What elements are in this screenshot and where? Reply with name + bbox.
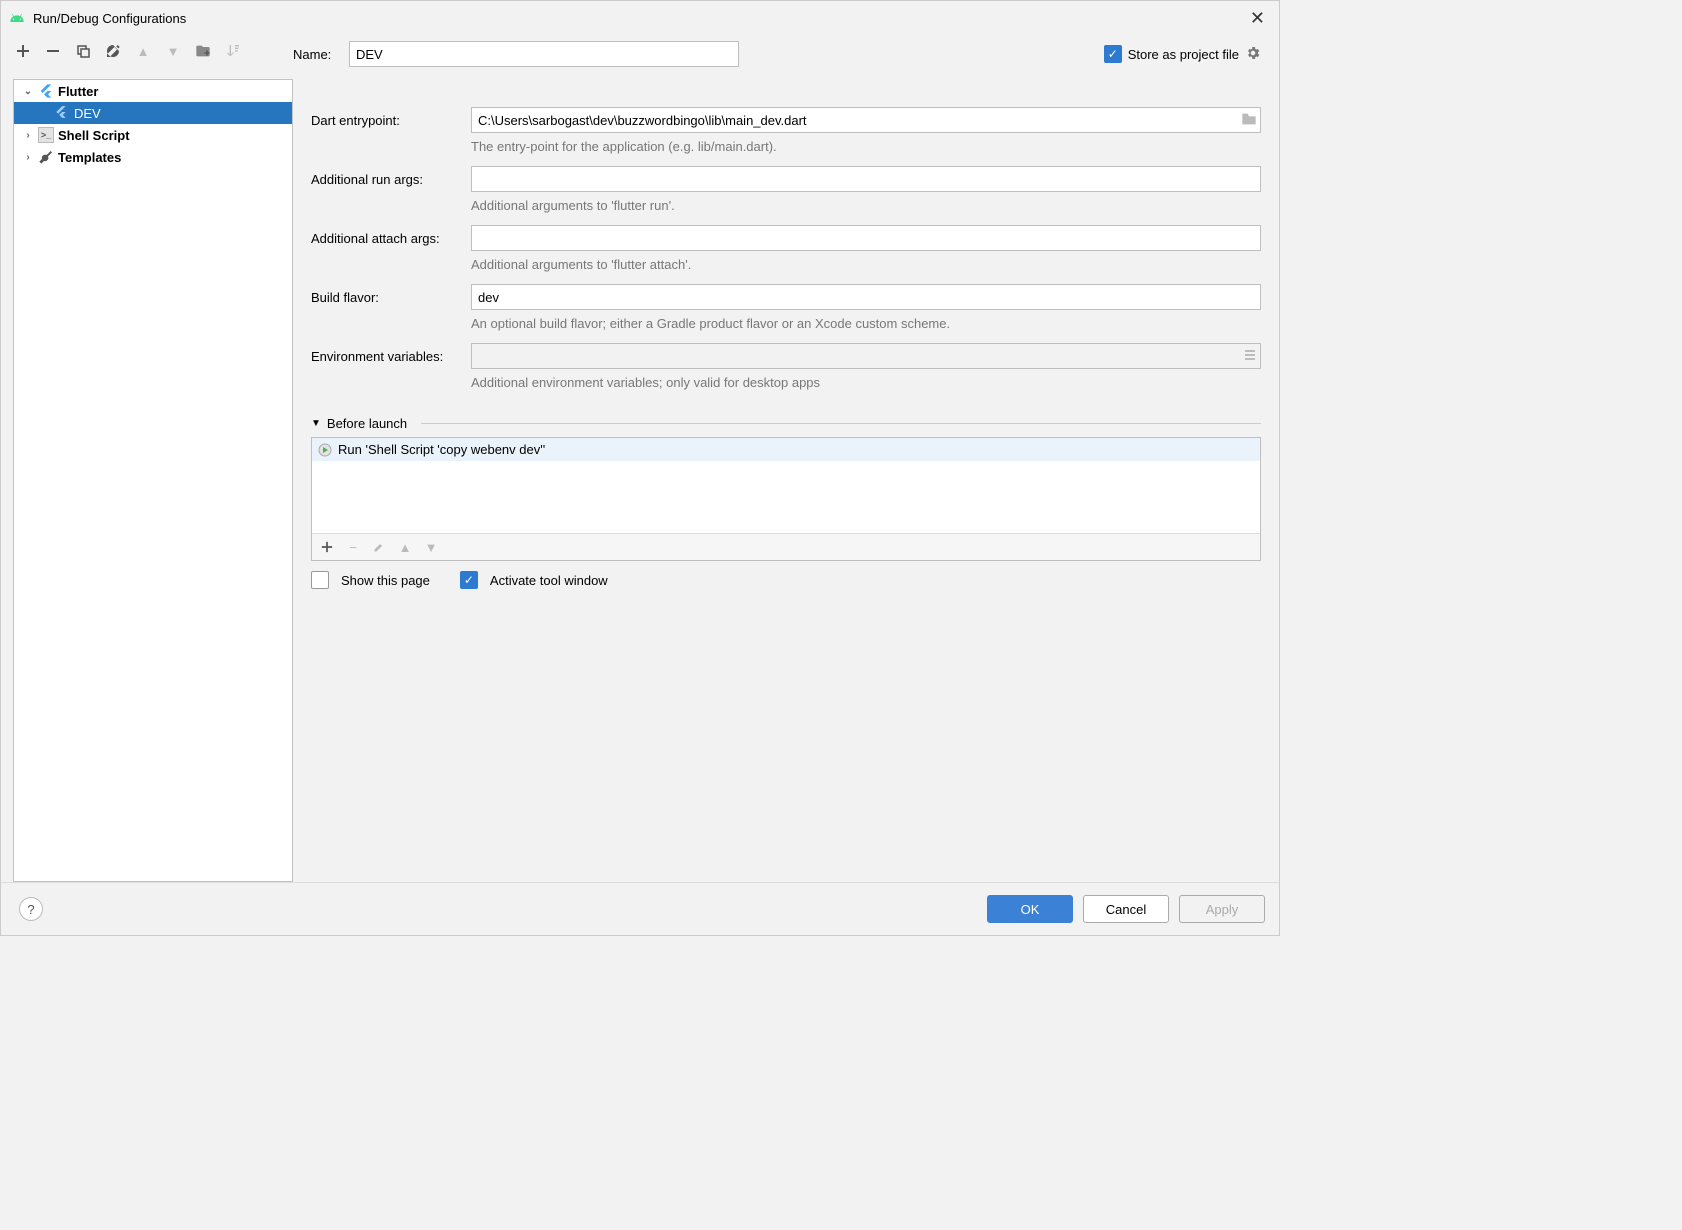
titlebar: Run/Debug Configurations ✕ bbox=[1, 1, 1279, 35]
edit-templates-button[interactable] bbox=[103, 41, 123, 61]
dart-entrypoint-row: Dart entrypoint: bbox=[311, 107, 1261, 133]
before-launch-toolbar: − ▲ ▼ bbox=[312, 533, 1260, 560]
env-row: Environment variables: bbox=[311, 343, 1261, 369]
dialog-body: ⌄ Flutter DEV › >_ Shell Script › Templa… bbox=[1, 79, 1279, 882]
build-flavor-row: Build flavor: bbox=[311, 284, 1261, 310]
tree-node-label: Shell Script bbox=[58, 128, 130, 143]
before-launch-label: Before launch bbox=[327, 416, 407, 431]
env-label: Environment variables: bbox=[311, 349, 471, 364]
build-flavor-label: Build flavor: bbox=[311, 290, 471, 305]
before-launch-section-header[interactable]: ▼ Before launch bbox=[311, 416, 1261, 431]
run-icon bbox=[318, 443, 332, 457]
cancel-button[interactable]: Cancel bbox=[1083, 895, 1169, 923]
env-input bbox=[471, 343, 1261, 369]
wrench-icon bbox=[38, 149, 54, 165]
dart-entrypoint-hint: The entry-point for the application (e.g… bbox=[471, 139, 1261, 154]
show-this-page-checkbox[interactable] bbox=[311, 571, 329, 589]
store-as-project-file-label: Store as project file bbox=[1128, 47, 1239, 62]
add-task-button[interactable] bbox=[318, 538, 336, 556]
name-label: Name: bbox=[293, 47, 349, 62]
tree-node-label: Templates bbox=[58, 150, 121, 165]
attach-args-row: Additional attach args: bbox=[311, 225, 1261, 251]
before-launch-item[interactable]: Run 'Shell Script 'copy webenv dev'' bbox=[312, 438, 1260, 461]
close-icon[interactable]: ✕ bbox=[1244, 8, 1271, 29]
build-flavor-hint: An optional build flavor; either a Gradl… bbox=[471, 316, 1261, 331]
chevron-down-icon: ⌄ bbox=[22, 86, 34, 97]
chevron-right-icon: › bbox=[22, 130, 34, 141]
remove-config-button[interactable] bbox=[43, 41, 63, 61]
config-tree: ⌄ Flutter DEV › >_ Shell Script › Templa… bbox=[13, 79, 293, 882]
apply-button: Apply bbox=[1179, 895, 1265, 923]
config-toolbar: ▲ ▼ bbox=[1, 35, 293, 65]
move-down-button: ▼ bbox=[163, 41, 183, 61]
list-icon[interactable] bbox=[1243, 348, 1257, 365]
dart-entrypoint-label: Dart entrypoint: bbox=[311, 113, 471, 128]
flutter-icon bbox=[54, 105, 70, 121]
shell-script-icon: >_ bbox=[38, 127, 54, 143]
config-form: Dart entrypoint: The entry-point for the… bbox=[293, 79, 1279, 882]
ok-button[interactable]: OK bbox=[987, 895, 1073, 923]
attach-args-input[interactable] bbox=[471, 225, 1261, 251]
window-title: Run/Debug Configurations bbox=[33, 11, 1244, 26]
browse-folder-icon[interactable] bbox=[1241, 112, 1257, 129]
run-args-label: Additional run args: bbox=[311, 172, 471, 187]
dialog-footer: ? OK Cancel Apply bbox=[1, 882, 1279, 935]
attach-args-label: Additional attach args: bbox=[311, 231, 471, 246]
attach-args-hint: Additional arguments to 'flutter attach'… bbox=[471, 257, 1261, 272]
tree-node-flutter[interactable]: ⌄ Flutter bbox=[14, 80, 292, 102]
move-up-button: ▲ bbox=[133, 41, 153, 61]
run-args-hint: Additional arguments to 'flutter run'. bbox=[471, 198, 1261, 213]
store-as-project-file-checkbox[interactable]: ✓ bbox=[1104, 45, 1122, 63]
move-task-down-button: ▼ bbox=[422, 538, 440, 556]
store-as-project-file-row: ✓ Store as project file bbox=[1104, 45, 1261, 64]
sort-button bbox=[223, 41, 243, 61]
gear-icon[interactable] bbox=[1245, 45, 1261, 64]
dart-entrypoint-input[interactable] bbox=[471, 107, 1261, 133]
android-icon bbox=[9, 10, 25, 26]
tree-node-label: Flutter bbox=[58, 84, 98, 99]
tree-node-templates[interactable]: › Templates bbox=[14, 146, 292, 168]
edit-task-button bbox=[370, 538, 388, 556]
name-input[interactable] bbox=[349, 41, 739, 67]
tree-node-dev[interactable]: DEV bbox=[14, 102, 292, 124]
flutter-icon bbox=[38, 83, 54, 99]
dialog-window: Run/Debug Configurations ✕ ▲ ▼ Name: ✓ S… bbox=[0, 0, 1280, 936]
move-task-up-button: ▲ bbox=[396, 538, 414, 556]
activate-tool-window-checkbox[interactable]: ✓ bbox=[460, 571, 478, 589]
triangle-down-icon: ▼ bbox=[311, 418, 321, 429]
checkbox-row: Show this page ✓ Activate tool window bbox=[311, 571, 1261, 589]
before-launch-item-label: Run 'Shell Script 'copy webenv dev'' bbox=[338, 442, 545, 457]
copy-config-button[interactable] bbox=[73, 41, 93, 61]
folder-button[interactable] bbox=[193, 41, 213, 61]
env-hint: Additional environment variables; only v… bbox=[471, 375, 1261, 390]
name-row: Name: ✓ Store as project file bbox=[293, 35, 1279, 71]
run-args-row: Additional run args: bbox=[311, 166, 1261, 192]
before-launch-list: Run 'Shell Script 'copy webenv dev'' − ▲… bbox=[311, 437, 1261, 561]
tree-node-shell-script[interactable]: › >_ Shell Script bbox=[14, 124, 292, 146]
help-button[interactable]: ? bbox=[19, 897, 43, 921]
tree-node-label: DEV bbox=[74, 106, 101, 121]
activate-tool-window-label: Activate tool window bbox=[490, 573, 608, 588]
remove-task-button: − bbox=[344, 538, 362, 556]
add-config-button[interactable] bbox=[13, 41, 33, 61]
run-args-input[interactable] bbox=[471, 166, 1261, 192]
chevron-right-icon: › bbox=[22, 152, 34, 163]
show-this-page-label: Show this page bbox=[341, 573, 430, 588]
build-flavor-input[interactable] bbox=[471, 284, 1261, 310]
